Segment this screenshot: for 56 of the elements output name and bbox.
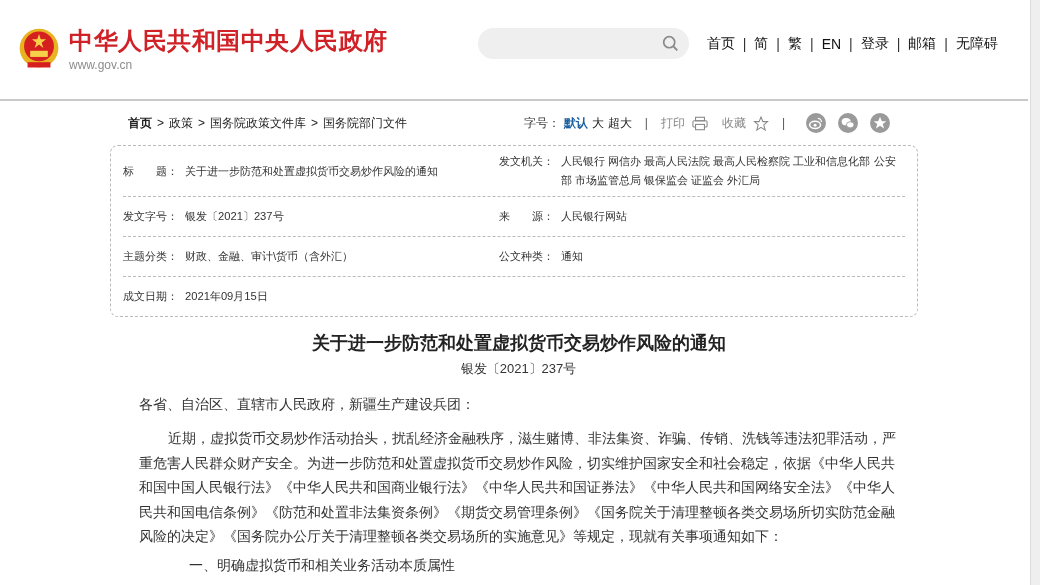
favorite-link[interactable]: 收藏 — [721, 114, 746, 132]
field-label: 成文日期： — [123, 289, 179, 304]
breadcrumb-link[interactable]: 国务院政策文件库 — [210, 114, 307, 132]
site-title[interactable]: 中华人民共和国中央人民政府 — [69, 25, 388, 56]
nav-separator: | — [944, 35, 948, 52]
share-icon[interactable] — [806, 113, 826, 133]
field-value: 银发〔2021〕237号 — [185, 209, 285, 224]
nav-separator: | — [849, 35, 853, 52]
search-field[interactable] — [477, 28, 689, 59]
chat-icon[interactable] — [838, 113, 858, 133]
breadcrumb-separator: > — [198, 116, 206, 130]
breadcrumb-separator: > — [311, 116, 319, 130]
nav-separator: | — [742, 35, 747, 52]
field-value: 人民银行网站 — [561, 209, 628, 224]
nav-separator: | — [896, 35, 901, 52]
article-title: 关于进一步防范和处置虚拟货币交易炒作风险的通知 — [310, 332, 727, 355]
font-size-option[interactable]: 大 — [591, 114, 604, 132]
nav-separator: | — [810, 35, 814, 52]
printer-icon[interactable] — [691, 115, 708, 131]
breadcrumb-link[interactable]: 政策 — [169, 114, 193, 132]
font-size-option[interactable]: 默认 — [563, 114, 588, 132]
field-label: 公文种类： — [499, 249, 555, 264]
nav-separator: | — [776, 35, 780, 52]
nav-link[interactable]: 首页 — [706, 34, 735, 53]
nav-link[interactable]: 邮箱 — [908, 34, 937, 53]
site-url: www.gov.cn — [69, 57, 134, 72]
breadcrumb-link[interactable]: 首页 — [128, 114, 152, 132]
nav-link[interactable]: 简 — [754, 34, 769, 53]
toolbar-separator: | — [644, 116, 648, 130]
paragraph: 近期，虚拟货币交易炒作活动抬头，扰乱经济金融秩序，滋生赌博、非法集资、诈骗、传销、洗钱等违法犯罪活动，严重危害人民群众财产安全。为进一步防范和处置虚拟货币交易炒作风险，切实维护国家安全和社会稳定，依据《中华人民共和国中国人民银行法》《中华人民共和国商业银行法》《中华人民共和国证券法》《中华人民共和国网络安全法》《中华人民共和国电信条例》《防范和处置非法集资条例》《期货交易管理条例》《国务院关于清理整顿各类交易场所切实防范金融风险的决定》《国务院办公厅关于清理整顿各类交易场所的实施意见》等规定，现就有关事项通知如下： — [139, 429, 897, 546]
nav-link[interactable]: 繁 — [788, 34, 802, 53]
document-number: 银发〔2021〕237号 — [459, 360, 578, 378]
field-label: 主题分类： — [123, 249, 179, 264]
search-icon[interactable] — [661, 35, 679, 52]
toolbar-separator: | — [781, 116, 785, 130]
field-value: 人民银行 网信办 最高人民法院 最高人民检察院 工业和信息化部 公安部 市场监管总局 银保监会 证监会 外汇局 — [561, 154, 897, 188]
breadcrumb-separator: > — [157, 116, 164, 130]
nav-link[interactable]: 无障碍 — [956, 34, 998, 53]
salutation: 各省、自治区、直辖市人民政府，新疆生产建设兵团： — [139, 395, 476, 414]
breadcrumb-link[interactable]: 国务院部门文件 — [323, 114, 408, 132]
font-size-label: 字号： — [523, 114, 560, 132]
field-label: 来 源： — [499, 209, 555, 224]
field-label: 发文机关： — [499, 154, 555, 169]
scrollbar[interactable] — [1030, 0, 1040, 585]
font-size-option[interactable]: 超大 — [607, 114, 632, 132]
section-heading: 一、明确虚拟货币和相关业务活动本质属性 — [189, 555, 456, 575]
nav-link[interactable]: EN — [821, 35, 842, 52]
field-label: 标 题： — [123, 163, 179, 179]
field-value: 财政、金融、审计\货币（含外汇） — [185, 249, 355, 264]
field-label: 发文字号： — [123, 209, 179, 224]
field-value: 通知 — [561, 249, 584, 264]
field-value: 关于进一步防范和处置虚拟货币交易炒作风险的通知 — [185, 163, 439, 179]
nav-link[interactable]: 登录 — [860, 34, 889, 53]
print-link[interactable]: 打印 — [660, 114, 685, 132]
star-icon[interactable] — [752, 115, 769, 131]
field-value: 2021年09月15日 — [185, 289, 269, 304]
